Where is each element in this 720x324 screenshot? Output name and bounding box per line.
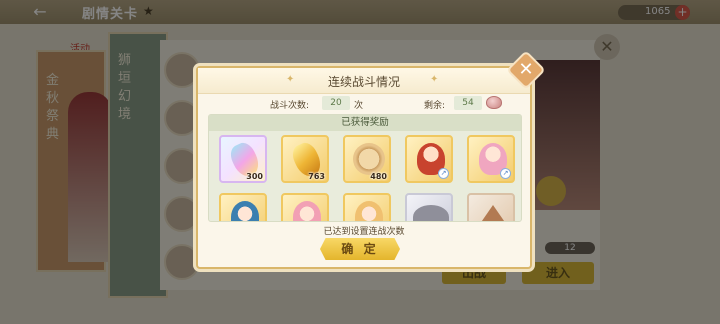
reward-item[interactable]: 480 xyxy=(343,135,391,183)
link-badge-icon: ↗ xyxy=(500,168,511,179)
fan-item-icon xyxy=(413,205,449,221)
battle-summary-dialog: ✦ 连续战斗情况 ✦ ✕ 战斗次数: 20 次 剩余: 54 已获得奖励 300… xyxy=(196,50,546,269)
battle-count-unit: 次 xyxy=(354,101,364,111)
reward-item[interactable]: 300 xyxy=(219,135,267,183)
dialog-header: ✦ 连续战斗情况 ✦ xyxy=(198,68,530,94)
remaining-label: 剩余: xyxy=(424,101,446,111)
reward-item[interactable] xyxy=(219,193,267,221)
reward-item[interactable] xyxy=(467,193,515,221)
status-message: 已达到设置连战次数 xyxy=(323,227,405,237)
reward-item[interactable] xyxy=(405,193,453,221)
remaining-value: 54 xyxy=(454,96,482,110)
dialog-title: 连续战斗情况 xyxy=(327,75,400,89)
rewards-header: 已获得奖励 xyxy=(209,115,521,131)
reward-item[interactable]: ↗ xyxy=(405,135,453,183)
reward-count: 480 xyxy=(370,172,387,181)
sparkle-icon: ✦ xyxy=(430,74,439,85)
reward-item[interactable] xyxy=(281,193,329,221)
link-badge-icon: ↗ xyxy=(438,168,449,179)
reward-item[interactable]: 763 xyxy=(281,135,329,183)
reward-item[interactable]: ↗ xyxy=(467,135,515,183)
coin-icon xyxy=(353,143,385,175)
stamina-stone-icon xyxy=(486,96,502,109)
close-icon: ✕ xyxy=(518,59,534,80)
hat-item-icon xyxy=(475,205,511,221)
character-card-icon xyxy=(231,201,259,221)
rewards-panel: 已获得奖励 300 763 480 ↗ ↗ xyxy=(208,114,522,222)
reward-item[interactable] xyxy=(343,193,391,221)
reward-count: 300 xyxy=(246,172,263,181)
character-card-icon xyxy=(355,201,383,221)
reward-count: 763 xyxy=(308,172,325,181)
character-card-icon xyxy=(293,201,321,221)
battle-count-label: 战斗次数: xyxy=(270,101,310,111)
battle-count-value: 20 xyxy=(322,96,350,110)
confirm-button[interactable]: 确 定 xyxy=(320,238,400,260)
